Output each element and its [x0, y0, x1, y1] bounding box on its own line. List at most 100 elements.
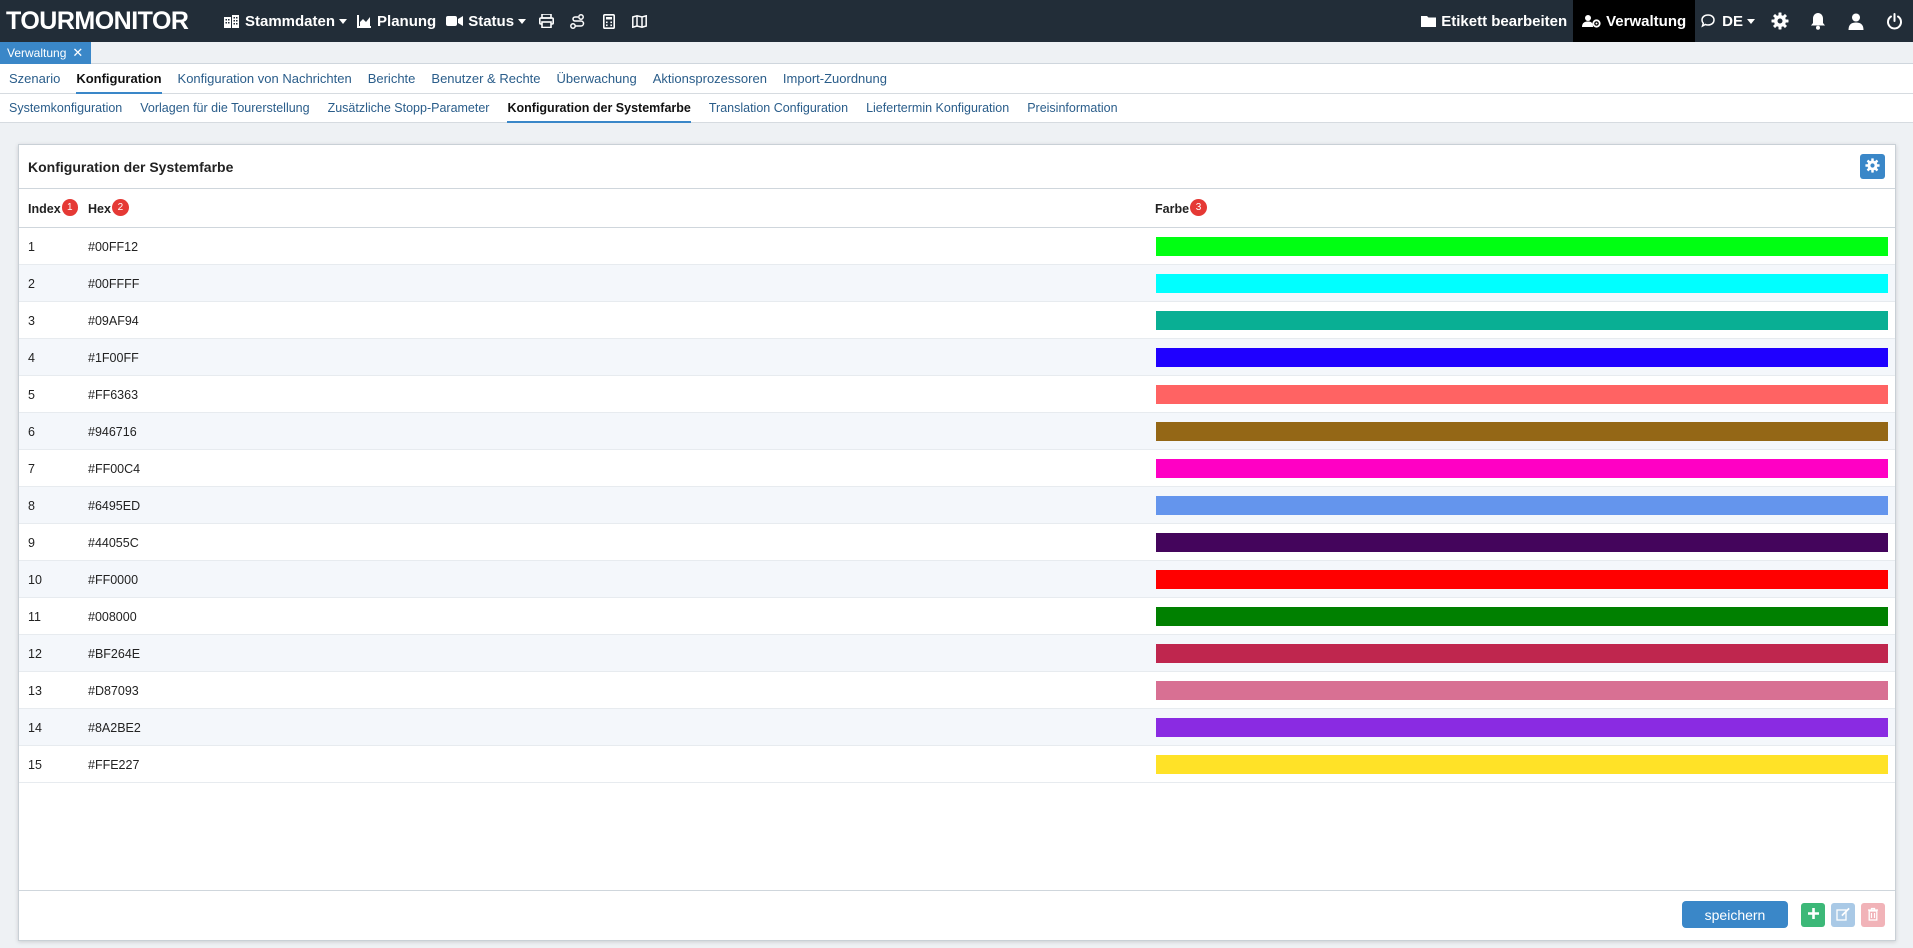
- table-row[interactable]: 1 #00FF12: [19, 228, 1895, 265]
- color-swatch: [1156, 644, 1888, 663]
- language-selector[interactable]: DE: [1695, 0, 1761, 42]
- cell-hex: #FF0000: [88, 572, 139, 587]
- subtab-preisinformation[interactable]: Preisinformation: [1019, 94, 1125, 122]
- cell-index: 2: [28, 276, 35, 291]
- color-swatch: [1156, 459, 1888, 478]
- subtab-translation-configuration[interactable]: Translation Configuration: [701, 94, 856, 122]
- color-swatch: [1156, 718, 1888, 737]
- subtab-liefertermin-konfiguration[interactable]: Liefertermin Konfiguration: [858, 94, 1017, 122]
- table-body: 1 #00FF12 2 #00FFFF 3 #09AF94 4 #1F00FF …: [19, 228, 1895, 783]
- open-tab-verwaltung[interactable]: Verwaltung ✕: [0, 42, 91, 64]
- column-header-farbe[interactable]: Farbe 3: [1155, 189, 1208, 228]
- table-header: Index 1 Hex 2 Farbe 3: [19, 189, 1895, 228]
- tab-szenario[interactable]: Szenario: [1, 64, 68, 93]
- table-row[interactable]: 5 #FF6363: [19, 376, 1895, 413]
- tab-aktionsprozessoren[interactable]: Aktionsprozessoren: [645, 64, 775, 93]
- gear-icon: [1865, 157, 1880, 176]
- subtab-vorlagen-tourerstellung[interactable]: Vorlagen für die Tourerstellung: [132, 94, 317, 122]
- table-row[interactable]: 14 #8A2BE2: [19, 709, 1895, 746]
- table-row[interactable]: 7 #FF00C4: [19, 450, 1895, 487]
- notifications-button[interactable]: [1799, 0, 1837, 42]
- color-swatch: [1156, 237, 1888, 256]
- table-row[interactable]: 9 #44055C: [19, 524, 1895, 561]
- route-icon: [570, 13, 585, 29]
- cell-hex: #FF6363: [88, 387, 139, 402]
- nav-verwaltung[interactable]: Verwaltung: [1573, 0, 1696, 42]
- panel-title: Konfiguration der Systemfarbe: [28, 158, 234, 175]
- table-row[interactable]: 12 #BF264E: [19, 635, 1895, 672]
- nav-status-label: Status: [468, 12, 515, 30]
- table-row[interactable]: 8 #6495ED: [19, 487, 1895, 524]
- edit-button[interactable]: [1831, 903, 1855, 927]
- tab-konfiguration-von-nachrichten[interactable]: Konfiguration von Nachrichten: [170, 64, 360, 93]
- column-header-index[interactable]: Index 1: [28, 189, 78, 228]
- table-row[interactable]: 4 #1F00FF: [19, 339, 1895, 376]
- close-icon[interactable]: ✕: [72, 45, 83, 61]
- plus-icon: [1807, 907, 1820, 923]
- cell-hex: #946716: [88, 424, 137, 439]
- bell-icon: [1810, 12, 1826, 30]
- add-button[interactable]: [1801, 903, 1825, 927]
- cell-index: 6: [28, 424, 35, 439]
- subtab-konfiguration-systemfarbe[interactable]: Konfiguration der Systemfarbe: [499, 94, 698, 123]
- etikett-bearbeiten-button[interactable]: Etikett bearbeiten: [1415, 0, 1573, 42]
- tab-konfiguration[interactable]: Konfiguration: [68, 64, 169, 94]
- route-button[interactable]: [562, 0, 593, 42]
- map-button[interactable]: [624, 0, 655, 42]
- column-header-hex[interactable]: Hex 2: [88, 189, 388, 228]
- panel-header: Konfiguration der Systemfarbe: [19, 145, 1895, 189]
- power-icon: [1886, 12, 1903, 30]
- cell-hex: #1F00FF: [88, 350, 139, 365]
- color-swatch: [1156, 681, 1888, 700]
- cell-index: 10: [28, 572, 42, 587]
- user-icon: [1848, 13, 1864, 30]
- color-swatch: [1156, 496, 1888, 515]
- table-row[interactable]: 6 #946716: [19, 413, 1895, 450]
- print-button[interactable]: [531, 0, 562, 42]
- calculator-button[interactable]: [593, 0, 624, 42]
- cell-hex: #00FFFF: [88, 276, 140, 291]
- table-row[interactable]: 3 #09AF94: [19, 302, 1895, 339]
- tab-import-zuordnung[interactable]: Import-Zuordnung: [775, 64, 895, 93]
- table-row[interactable]: 11 #008000: [19, 598, 1895, 635]
- app-logo[interactable]: TOURMONITOR: [0, 7, 218, 36]
- table-row[interactable]: 10 #FF0000: [19, 561, 1895, 598]
- tab-ueberwachung[interactable]: Überwachung: [549, 64, 645, 93]
- print-icon: [539, 14, 555, 28]
- table-row[interactable]: 15 #FFE227: [19, 746, 1895, 783]
- nav-planung[interactable]: Planung: [352, 0, 441, 42]
- open-tab-label: Verwaltung: [7, 46, 67, 60]
- delete-button[interactable]: [1861, 903, 1885, 927]
- nav-status[interactable]: Status: [441, 0, 531, 42]
- subtab-zusaetzliche-stopp-parameter[interactable]: Zusätzliche Stopp-Parameter: [320, 94, 498, 122]
- table-row[interactable]: 2 #00FFFF: [19, 265, 1895, 302]
- settings-button[interactable]: [1761, 0, 1799, 42]
- logout-button[interactable]: [1875, 0, 1913, 42]
- subtab-systemkonfiguration[interactable]: Systemkonfiguration: [1, 94, 130, 122]
- users-cog-icon: [1582, 14, 1601, 28]
- cell-hex: #00FF12: [88, 239, 139, 254]
- edit-icon: [1836, 907, 1850, 924]
- panel-settings-button[interactable]: [1860, 154, 1885, 179]
- column-hex-badge: 2: [111, 199, 129, 216]
- save-button[interactable]: speichern: [1682, 901, 1788, 928]
- color-swatch: [1156, 274, 1888, 293]
- video-camera-icon: [446, 15, 464, 27]
- cell-hex: #008000: [88, 609, 137, 624]
- cell-index: 14: [28, 720, 42, 735]
- color-swatch: [1156, 533, 1888, 552]
- tab-benutzer-rechte[interactable]: Benutzer & Rechte: [423, 64, 548, 93]
- cell-hex: #09AF94: [88, 313, 139, 328]
- nav-stammdaten[interactable]: Stammdaten: [218, 0, 352, 42]
- table-row[interactable]: 13 #D87093: [19, 672, 1895, 709]
- system-color-panel: Konfiguration der Systemfarbe Index 1 He…: [18, 144, 1896, 941]
- open-tabs-strip: Verwaltung ✕: [0, 42, 1913, 64]
- cell-index: 1: [28, 239, 35, 254]
- cell-hex: #FF00C4: [88, 461, 141, 476]
- user-button[interactable]: [1837, 0, 1875, 42]
- folder-icon: [1421, 15, 1437, 27]
- tab-berichte[interactable]: Berichte: [360, 64, 424, 93]
- nav-planung-label: Planung: [377, 12, 437, 30]
- cell-hex: #44055C: [88, 535, 139, 550]
- sub-tabs: Systemkonfiguration Vorlagen für die Tou…: [0, 94, 1913, 123]
